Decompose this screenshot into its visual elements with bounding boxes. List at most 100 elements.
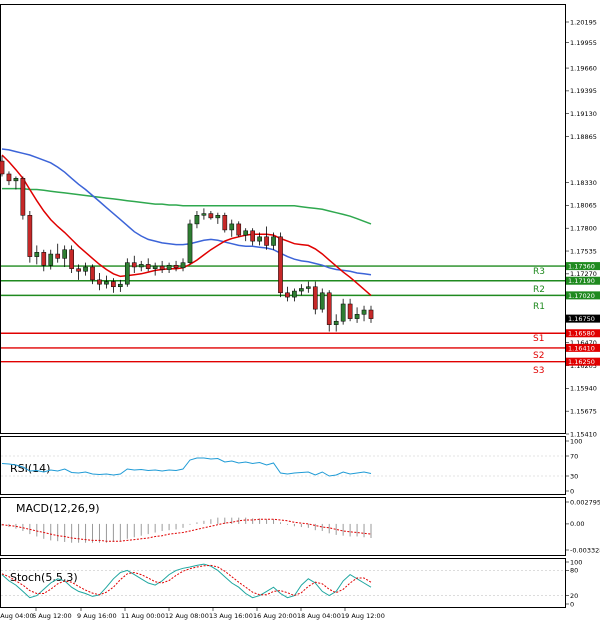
macd-panel[interactable]: MACD(12,26,9) [0, 497, 566, 556]
level-price-s2: 1.16410 [568, 344, 595, 352]
time-axis: 5 Aug 04:006 Aug 12:00 9 Aug 16:00 11 Aug … [0, 607, 385, 620]
time-tick-label: 6 Aug 12:00 [32, 612, 72, 620]
candle-bearish [250, 230, 255, 242]
candle-bullish [201, 213, 207, 216]
price-tick-label: 1.18065 [570, 202, 597, 210]
stoch-panel-frame [0, 558, 566, 608]
candle-bearish [264, 236, 269, 246]
candle-bullish [215, 215, 221, 219]
candle-bearish [208, 213, 214, 219]
price-tick-label: 1.18330 [570, 179, 597, 187]
price-axis: 1.20195 1.19955 1.19660 1.19395 1.19130 1.188… [566, 18, 597, 438]
candle-bullish [319, 292, 325, 310]
macd-tick-label: 0.002795 [570, 498, 600, 506]
candle-bearish [111, 281, 116, 288]
candle-bullish [180, 262, 186, 269]
level-price-s1: 1.16580 [568, 330, 595, 338]
price-tick-label: 1.19130 [570, 110, 597, 118]
candle-bullish [361, 309, 367, 315]
candle-bearish [278, 236, 283, 294]
candle-bullish [340, 303, 346, 322]
level-label-r3: R3 [533, 267, 545, 277]
candle-bearish [6, 173, 12, 182]
candle-bullish [187, 223, 193, 263]
candle-bearish [41, 252, 47, 266]
candle-bearish [131, 262, 137, 268]
candle-bullish [257, 236, 262, 242]
stoch-tick-label: 100 [570, 558, 582, 566]
candle-bullish [124, 262, 130, 285]
candle-bearish [0, 160, 5, 175]
candle-bearish [145, 264, 151, 269]
candle-bearish [285, 292, 290, 298]
price-tick-label: 1.18865 [570, 133, 597, 141]
candle-bullish [299, 288, 304, 292]
stoch-tick-label: 0 [570, 600, 574, 608]
candle-bearish [159, 265, 165, 270]
candle-bullish [354, 314, 360, 319]
candle-bullish [333, 320, 339, 325]
candle-bullish [243, 230, 249, 236]
candle-bullish [292, 290, 297, 298]
time-tick-label: 18 Aug 04:00 [297, 612, 341, 620]
forex-chart[interactable]: R3 R2 R1 S1 S2 S3 1.20195 1.19955 1.19660 1.1939… [0, 0, 600, 626]
candle-bullish [118, 283, 123, 288]
price-tick-label: 1.15940 [570, 385, 597, 393]
candle-bearish [312, 286, 318, 310]
price-tick-label: 1.19955 [570, 39, 597, 47]
rsi-panel[interactable]: RSI(14) [0, 436, 566, 495]
level-label-s1: S1 [533, 334, 544, 344]
level-label-r1: R1 [533, 302, 545, 312]
level-price-r3: 1.17360 [568, 263, 595, 271]
rsi-tick-label: 70 [570, 452, 578, 460]
candle-bearish [97, 279, 102, 285]
candle-bearish [173, 264, 179, 269]
rsi-tick-label: 30 [570, 472, 578, 480]
stoch-title: Stoch(5,5,3) [10, 571, 78, 584]
macd-axis: 0.002795 0.00 -0.003328 [566, 498, 600, 554]
level-price-r1: 1.17020 [568, 292, 595, 300]
price-tick-label: 1.20195 [570, 18, 597, 26]
candle-bearish [222, 215, 228, 231]
current-price-label: 1.16750 [568, 315, 595, 323]
candle-bearish [76, 268, 81, 272]
macd-title: MACD(12,26,9) [16, 502, 100, 515]
rsi-tick-label: 100 [570, 437, 582, 445]
price-tick-label: 1.19660 [570, 64, 597, 72]
time-tick-label: 16 Aug 20:00 [253, 612, 297, 620]
candle-bearish [368, 309, 374, 319]
level-label-s3: S3 [533, 366, 544, 376]
candle-bearish [55, 253, 61, 259]
macd-tick-label: -0.003328 [570, 546, 600, 554]
time-tick-label: 9 Aug 16:00 [77, 612, 117, 620]
main-panel-frame [0, 4, 566, 434]
candle-bearish [20, 178, 26, 216]
candle-bullish [83, 266, 88, 272]
candle-bullish [62, 249, 67, 259]
stoch-panel[interactable]: Stoch(5,5,3) [0, 558, 566, 608]
level-label-s2: S2 [533, 351, 544, 361]
candle-bearish [236, 223, 242, 236]
candle-bullish [138, 264, 144, 268]
rsi-tick-label: 0 [570, 487, 574, 495]
candle-bullish [152, 265, 158, 269]
rsi-title: RSI(14) [10, 462, 50, 475]
candle-bullish [229, 223, 235, 231]
rsi-axis: 100 70 30 0 [566, 437, 582, 495]
time-tick-label: 5 Aug 04:00 [0, 612, 34, 620]
price-boxes: 1.17360 1.17190 1.17020 1.16580 1.16410 1.162… [566, 262, 600, 366]
stoch-axis: 10080 200 [566, 558, 582, 608]
candle-bullish [306, 286, 311, 289]
price-tick-label: 1.17800 [570, 225, 597, 233]
price-tick-label: 1.19395 [570, 87, 597, 95]
price-tick-label: 1.17535 [570, 247, 597, 255]
time-tick-label: 11 Aug 00:00 [121, 612, 165, 620]
level-price-r2: 1.17190 [568, 277, 595, 285]
level-price-s3: 1.16250 [568, 358, 595, 366]
stoch-tick-label: 80 [570, 567, 578, 575]
candle-bearish [326, 292, 332, 325]
candle-bullish [166, 264, 172, 270]
macd-tick-label: 0.00 [570, 520, 584, 528]
main-panel[interactable]: R3 R2 R1 S1 S2 S3 [0, 4, 566, 434]
candle-bullish [271, 236, 276, 246]
